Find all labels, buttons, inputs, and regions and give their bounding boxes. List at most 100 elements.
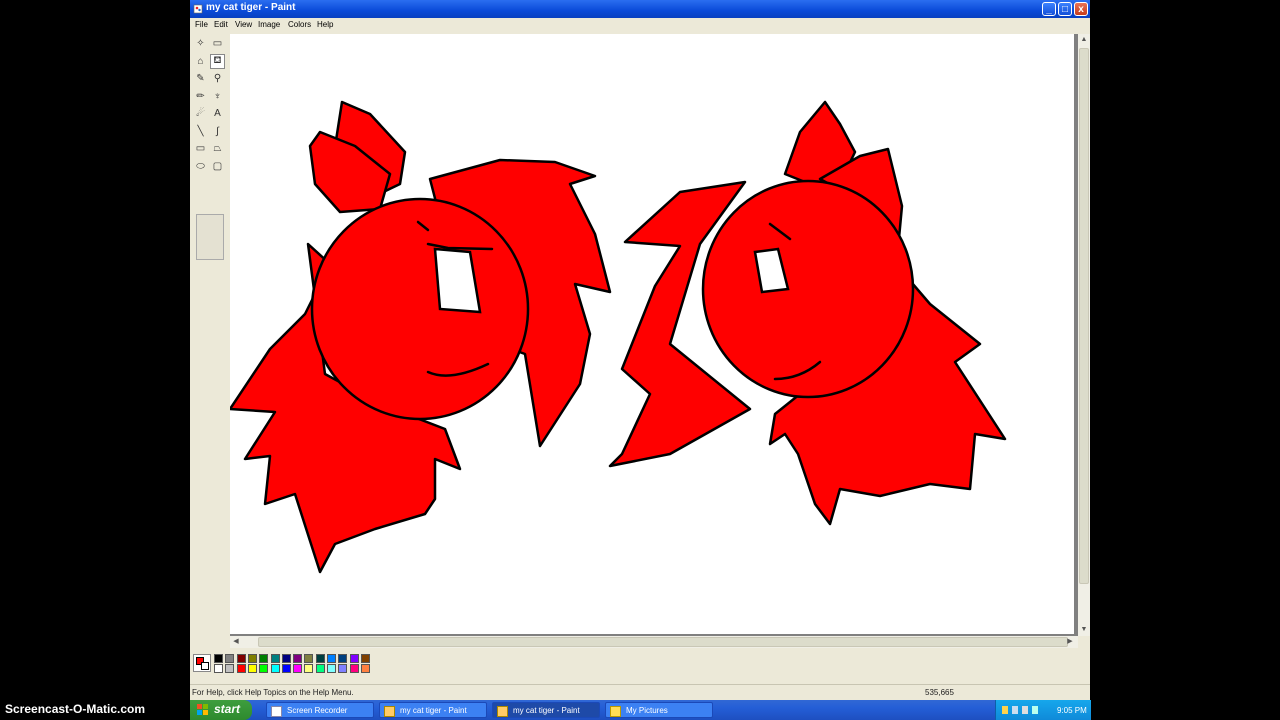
vertical-scroll-thumb[interactable] xyxy=(1079,48,1089,584)
menu-file[interactable]: File xyxy=(195,20,208,29)
tool-options-box[interactable] xyxy=(196,214,224,260)
palette-swatch[interactable] xyxy=(315,654,325,663)
free-form-select-icon[interactable]: ✧ xyxy=(193,36,208,51)
palette-swatch[interactable] xyxy=(349,654,359,663)
folder-icon xyxy=(610,706,621,717)
palette-swatch[interactable] xyxy=(327,654,336,663)
title-bar[interactable]: my cat tiger - Paint _ □ x xyxy=(190,0,1090,18)
task-label: my cat tiger - Paint xyxy=(400,706,467,715)
palette-swatch[interactable] xyxy=(349,664,359,673)
color-picker-icon[interactable]: ✎ xyxy=(193,71,208,86)
current-colors xyxy=(193,654,211,672)
paint-task-icon xyxy=(497,706,508,717)
tray-network-icon[interactable] xyxy=(1012,706,1018,714)
recorder-icon xyxy=(271,706,282,717)
palette-swatch[interactable] xyxy=(360,654,370,663)
palette-swatch[interactable] xyxy=(236,654,246,663)
vertical-scrollbar[interactable]: ▲ ▼ xyxy=(1078,34,1090,636)
status-help-text: For Help, click Help Topics on the Help … xyxy=(192,688,354,697)
tray-volume-icon[interactable] xyxy=(1022,706,1028,714)
right-cat-head xyxy=(701,179,915,399)
menu-view[interactable]: View xyxy=(235,20,252,29)
palette-swatch[interactable] xyxy=(236,664,246,673)
task-label: my cat tiger - Paint xyxy=(513,706,580,715)
tray-misc-icon[interactable] xyxy=(1032,706,1038,714)
window-title: my cat tiger - Paint xyxy=(206,2,296,13)
palette-swatch[interactable] xyxy=(214,664,223,673)
line-icon[interactable]: ╲ xyxy=(193,124,208,139)
rect-select-icon[interactable]: ▭ xyxy=(210,36,225,51)
palette-swatch[interactable] xyxy=(304,654,314,663)
horizontal-scrollbar[interactable]: ◀ ▶ xyxy=(230,636,1078,648)
magnifier-icon[interactable]: ⚲ xyxy=(210,71,225,86)
palette-swatch[interactable] xyxy=(281,654,291,663)
palette-swatch[interactable] xyxy=(315,664,325,673)
eraser-icon[interactable]: ⌂ xyxy=(193,54,208,69)
fill-bucket-icon[interactable]: ⛾ xyxy=(210,53,225,69)
menu-help[interactable]: Help xyxy=(317,20,333,29)
recorder-watermark: Screencast-O-Matic.com xyxy=(5,702,146,716)
palette-swatch[interactable] xyxy=(338,664,348,673)
close-button[interactable]: x xyxy=(1074,2,1088,16)
palette-swatch[interactable] xyxy=(293,654,303,663)
paint-window: my cat tiger - Paint _ □ x File Edit Vie… xyxy=(190,0,1090,720)
palette-swatch[interactable] xyxy=(247,664,257,673)
status-bar: For Help, click Help Topics on the Help … xyxy=(190,684,1090,699)
tray-security-icon[interactable] xyxy=(1002,706,1008,714)
tray-clock: 9:05 PM xyxy=(1057,706,1087,715)
palette-swatch[interactable] xyxy=(304,664,314,673)
ellipse-icon[interactable]: ⬭ xyxy=(193,159,208,174)
system-tray: 9:05 PM xyxy=(995,700,1091,720)
airbrush-icon[interactable]: ☄ xyxy=(193,106,208,121)
scroll-up-icon[interactable]: ▲ xyxy=(1078,34,1090,46)
palette-swatch[interactable] xyxy=(259,664,269,673)
menu-colors[interactable]: Colors xyxy=(288,20,311,29)
rectangle-icon[interactable]: ▭ xyxy=(193,141,208,156)
palette-swatches xyxy=(214,654,374,676)
palette-swatch[interactable] xyxy=(281,664,291,673)
task-my-pictures[interactable]: My Pictures xyxy=(605,702,713,718)
palette-swatch[interactable] xyxy=(293,664,303,673)
menu-edit[interactable]: Edit xyxy=(214,20,228,29)
palette-swatch[interactable] xyxy=(225,654,235,663)
color-palette xyxy=(190,650,1090,680)
background-color-swatch xyxy=(201,662,209,670)
palette-swatch[interactable] xyxy=(338,654,348,663)
palette-swatch[interactable] xyxy=(270,664,280,673)
windows-logo-icon xyxy=(197,704,208,715)
palette-swatch[interactable] xyxy=(259,654,269,663)
tool-box: ✧ ▭ ⌂ ⛾ ✎ ⚲ ✏ ♆ ☄ A ╲ ∫ ▭ ⏢ ⬭ ▢ xyxy=(190,34,230,634)
palette-swatch[interactable] xyxy=(270,654,280,663)
palette-swatch[interactable] xyxy=(360,664,370,673)
text-icon[interactable]: A xyxy=(210,106,225,121)
task-screen-recorder[interactable]: Screen Recorder xyxy=(266,702,374,718)
palette-swatch[interactable] xyxy=(247,654,257,663)
task-label: My Pictures xyxy=(626,706,668,715)
cat-drawing xyxy=(230,100,1007,574)
maximize-button[interactable]: □ xyxy=(1058,2,1072,16)
rounded-rectangle-icon[interactable]: ▢ xyxy=(210,159,225,174)
scroll-down-icon[interactable]: ▼ xyxy=(1078,624,1090,636)
left-cat-head xyxy=(310,197,530,421)
palette-swatch[interactable] xyxy=(225,664,235,673)
polygon-icon[interactable]: ⏢ xyxy=(210,141,225,156)
pencil-icon[interactable]: ✏ xyxy=(193,89,208,104)
cursor-coordinates: 535,665 xyxy=(925,688,954,697)
task-paint-2[interactable]: my cat tiger - Paint xyxy=(492,702,600,718)
brush-icon[interactable]: ♆ xyxy=(210,89,225,104)
horizontal-scroll-thumb[interactable] xyxy=(258,637,1068,647)
drawing-canvas[interactable] xyxy=(230,34,1074,634)
scroll-left-icon[interactable]: ◀ xyxy=(230,636,242,648)
palette-swatch[interactable] xyxy=(214,654,223,663)
scroll-right-icon[interactable]: ▶ xyxy=(1064,636,1076,648)
curve-icon[interactable]: ∫ xyxy=(210,124,225,139)
task-paint-1[interactable]: my cat tiger - Paint xyxy=(379,702,487,718)
taskbar: start Screen Recorder my cat tiger - Pai… xyxy=(190,700,1091,720)
canvas-area xyxy=(230,34,1078,636)
palette-swatch[interactable] xyxy=(327,664,336,673)
minimize-button[interactable]: _ xyxy=(1042,2,1056,16)
start-button[interactable]: start xyxy=(190,700,252,720)
menu-image[interactable]: Image xyxy=(258,20,280,29)
menu-bar: File Edit View Image Colors Help xyxy=(190,18,1090,32)
start-label: start xyxy=(214,702,241,716)
